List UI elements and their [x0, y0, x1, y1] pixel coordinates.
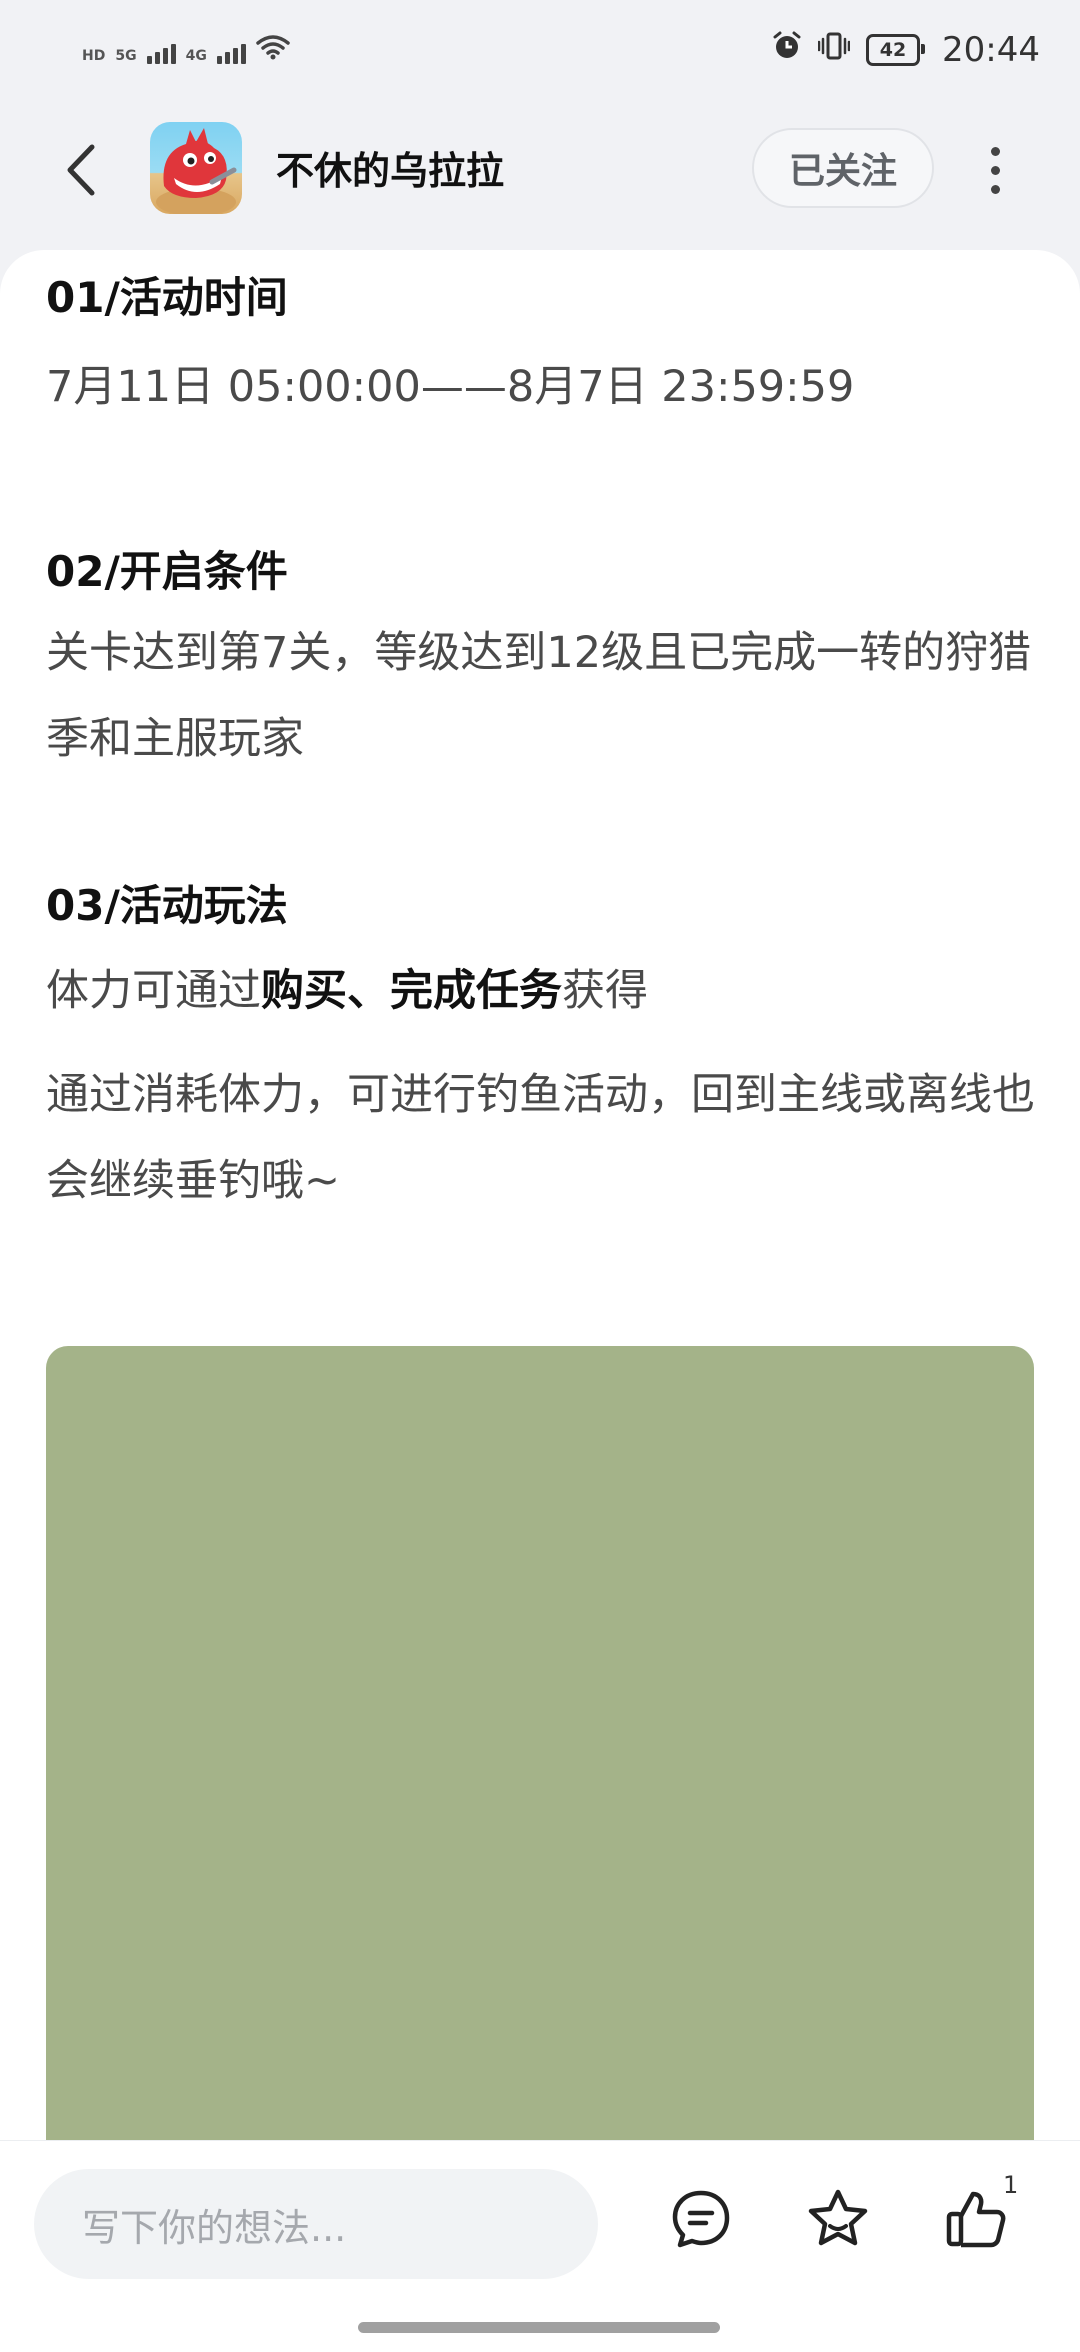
- section-text-time: 7月11日 05:00:00——8月7日 23:59:59: [46, 362, 855, 412]
- text-bold: 购买、完成任务: [261, 966, 562, 1016]
- comment-icon: [672, 2190, 730, 2248]
- article-content: 01/活动时间 7月11日 05:00:00——8月7日 23:59:59 02…: [46, 270, 1036, 1224]
- wifi-icon: [256, 34, 290, 64]
- section-heading-conditions: 02/开启条件: [46, 547, 288, 596]
- section-heading-time: 01/活动时间: [46, 273, 288, 322]
- text-plain: 获得: [562, 966, 648, 1016]
- signal-icon: [146, 44, 176, 64]
- status-right: 42 20:44: [772, 30, 1040, 70]
- article-card: 01/活动时间 7月11日 05:00:00——8月7日 23:59:59 02…: [0, 250, 1080, 2140]
- 4g-label: 4G: [185, 48, 207, 64]
- favorite-button[interactable]: [800, 2181, 876, 2257]
- chevron-left-icon: [67, 144, 95, 196]
- dragon-mascot-icon: [156, 128, 237, 214]
- thumbs-up-icon: [946, 2191, 1006, 2248]
- section-heading-gameplay: 03/活动玩法: [46, 881, 288, 930]
- alarm-icon: [772, 30, 802, 70]
- star-icon: [808, 2189, 868, 2246]
- status-bar: HD 5G 4G 42 20:44: [0, 0, 1080, 110]
- comment-button[interactable]: [663, 2181, 739, 2257]
- section-text-gameplay-2: 通过消耗体力，可进行钓鱼活动，回到主线或离线也会继续垂钓哦~: [46, 1070, 1035, 1206]
- more-menu-icon[interactable]: [978, 140, 1012, 200]
- follow-button[interactable]: 已关注: [752, 128, 934, 208]
- section-text-conditions: 关卡达到第7关，等级达到12级且已完成一转的狩猎季和主服玩家: [46, 628, 1032, 764]
- bottom-action-bar: 写下你的想法... 1: [0, 2140, 1080, 2352]
- vibrate-icon: [817, 30, 851, 70]
- back-button[interactable]: [50, 140, 110, 200]
- game-avatar[interactable]: [150, 122, 242, 214]
- article-image[interactable]: [46, 1346, 1034, 2140]
- app-header: 不休的乌拉拉 已关注: [0, 110, 1080, 250]
- network-indicators: HD 5G 4G: [82, 34, 290, 64]
- comment-input[interactable]: 写下你的想法...: [34, 2169, 598, 2279]
- like-count: 1: [1003, 2171, 1019, 2199]
- battery-icon: 42: [866, 34, 926, 66]
- hd-label: HD: [82, 48, 106, 64]
- home-indicator[interactable]: [358, 2322, 720, 2333]
- 5g-label: 5G: [115, 48, 137, 64]
- section-text-gameplay-1: 体力可通过购买、完成任务获得: [46, 948, 1036, 1034]
- text-plain: 体力可通过: [46, 966, 261, 1016]
- clock: 20:44: [942, 30, 1040, 70]
- signal-icon-2: [216, 44, 246, 64]
- page-title: 不休的乌拉拉: [276, 149, 505, 193]
